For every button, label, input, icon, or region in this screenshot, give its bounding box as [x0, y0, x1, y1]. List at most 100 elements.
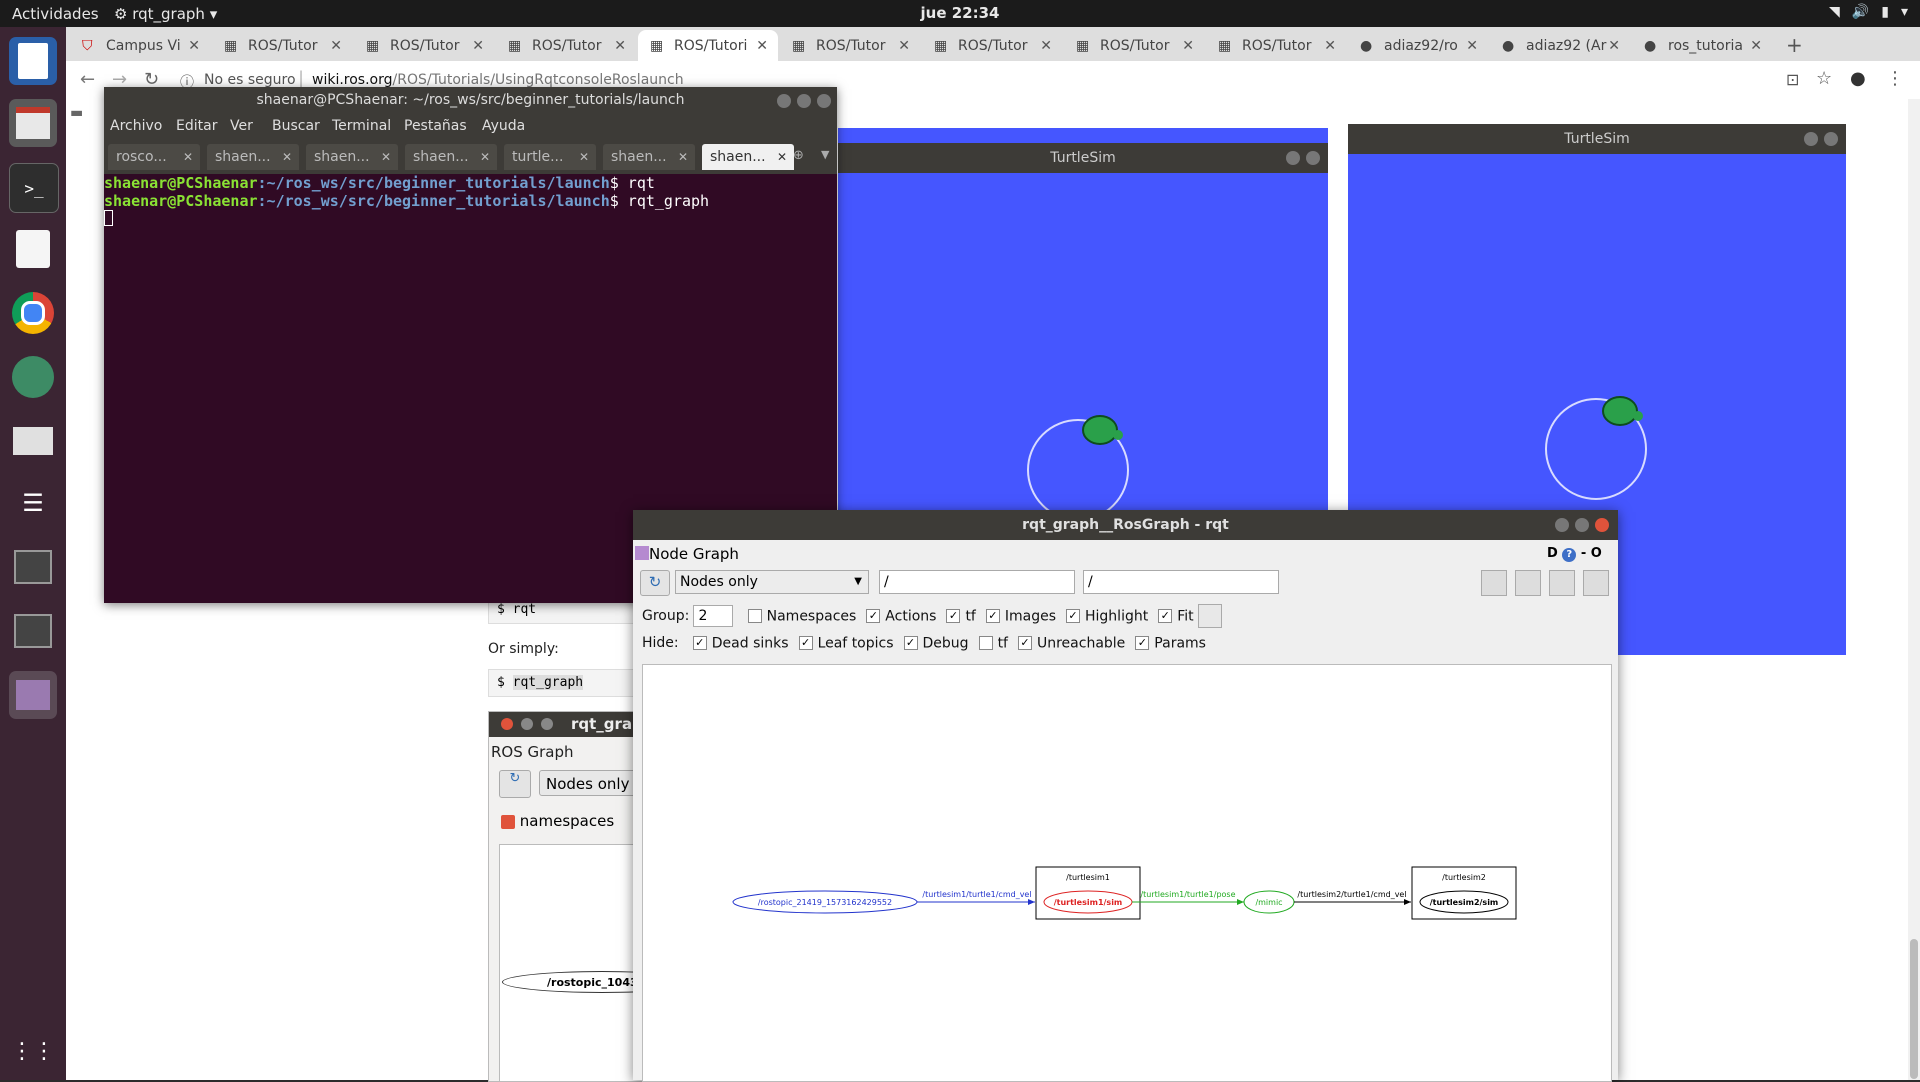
browser-tab[interactable]: ▦ ROS/Tutor ✕	[496, 30, 636, 61]
topic-filter-input[interactable]: /	[1083, 570, 1279, 594]
browser-tab[interactable]: ▦ ROS/Tutor ✕	[780, 30, 920, 61]
save-dot-icon[interactable]	[1515, 570, 1541, 596]
maximize-icon[interactable]	[1575, 518, 1589, 532]
terminal-tab[interactable]: shaen... ✕	[603, 144, 695, 170]
terminal-tab[interactable]: shaen... ✕	[405, 144, 497, 170]
refresh-icon[interactable]: ↻	[640, 570, 670, 596]
mail-icon[interactable]	[9, 417, 57, 465]
browser-tab[interactable]: ▦ ROS/Tutor ✕	[922, 30, 1062, 61]
browser-tab[interactable]: ▦ ROS/Tutor ✕	[212, 30, 352, 61]
browser-tab[interactable]: ▦ ROS/Tutor ✕	[354, 30, 494, 61]
minimize-icon[interactable]	[1555, 518, 1569, 532]
close-icon[interactable]: ✕	[1608, 38, 1620, 54]
option-checkbox[interactable]: ✓ Unreachable	[1017, 635, 1125, 651]
writer-icon[interactable]	[9, 37, 57, 85]
checkbox-box[interactable]: ✓	[1066, 609, 1080, 623]
atom-icon[interactable]	[9, 353, 57, 401]
terminal-tab[interactable]: shaen... ✕	[207, 144, 299, 170]
minimize-icon[interactable]	[1804, 132, 1818, 146]
terminal-tab[interactable]: shaen... ✕	[702, 144, 794, 170]
star-icon[interactable]: ☆	[1816, 68, 1832, 89]
save-image-icon[interactable]	[1583, 570, 1609, 596]
checkbox-box[interactable]: ✓	[1158, 609, 1173, 623]
terminal-tab[interactable]: rosco... ✕	[108, 144, 200, 170]
rqt-icon[interactable]	[9, 671, 57, 719]
files-icon[interactable]	[9, 99, 57, 147]
close-icon[interactable]: ✕	[1750, 38, 1762, 54]
clock[interactable]: jue 22:34	[0, 4, 1920, 22]
menu-item[interactable]: Editar	[176, 118, 217, 134]
option-checkbox[interactable]: ✓ tf	[946, 608, 976, 624]
browser-tab[interactable]: ▦ ROS/Tutor ✕	[1206, 30, 1346, 61]
option-checkbox[interactable]: tf	[978, 635, 1008, 651]
option-checkbox[interactable]: Namespaces	[747, 608, 856, 624]
list-icon[interactable]: ☰	[9, 479, 57, 527]
option-checkbox[interactable]: ✓ Highlight	[1066, 608, 1148, 624]
page-scrollbar[interactable]	[1908, 99, 1920, 1080]
browser-tab[interactable]: ▦ ROS/Tutori ✕	[638, 30, 778, 61]
help-icon[interactable]: ?	[1562, 548, 1577, 562]
graph-canvas[interactable]: /rostopic_21419_1573162429552 /turtlesim…	[642, 664, 1612, 1082]
bookmark-folder-icon[interactable]: ▬	[70, 105, 83, 121]
system-tray[interactable]: ◥ 🔊 ▮ ▾	[1829, 4, 1908, 20]
node-filter-input[interactable]: /	[879, 570, 1075, 594]
url-text[interactable]: wiki.ros.org/ROS/Tutorials/UsingRqtconso…	[312, 72, 684, 88]
checkbox-box[interactable]: ✓	[866, 609, 881, 623]
checkbox-box[interactable]: ✓	[946, 609, 961, 623]
close-icon[interactable]: ✕	[480, 144, 490, 170]
blocked-app-icon[interactable]	[9, 607, 57, 655]
new-tab-icon[interactable]: ⊕	[793, 148, 804, 163]
terminal-tab[interactable]: turtle... ✕	[504, 144, 596, 170]
close-icon[interactable]: ✕	[188, 38, 200, 54]
close-icon[interactable]	[817, 94, 831, 108]
close-icon[interactable]: ✕	[614, 38, 626, 54]
option-checkbox[interactable]: ✓ Leaf topics	[798, 635, 894, 651]
browser-tab[interactable]: ● adiaz92/ro ✕	[1348, 30, 1488, 61]
show-apps-icon[interactable]: ⋮⋮	[9, 1027, 57, 1075]
terminal-icon[interactable]: >_	[9, 163, 59, 213]
group-spinbox[interactable]: 2	[693, 605, 734, 627]
browser-tab[interactable]: ⛉ Campus Vi ✕	[70, 30, 210, 61]
save-svg-icon[interactable]	[1549, 570, 1575, 596]
close-icon[interactable]: ✕	[1040, 38, 1052, 54]
close-icon[interactable]	[1824, 132, 1838, 146]
menu-item[interactable]: Buscar	[272, 118, 320, 134]
checkbox-box[interactable]: ✓	[1135, 636, 1150, 650]
option-checkbox[interactable]: ✓ Params	[1135, 635, 1206, 651]
menu-icon[interactable]: ⋮	[1886, 68, 1904, 89]
blocked-app-icon[interactable]	[9, 543, 57, 591]
chevron-down-icon[interactable]: ▼	[821, 148, 829, 161]
close-icon[interactable]: ✕	[678, 144, 688, 170]
minimize-icon[interactable]	[777, 94, 791, 108]
menu-item[interactable]: Terminal	[332, 118, 391, 134]
chrome-icon[interactable]	[9, 289, 57, 337]
option-checkbox[interactable]: ✓ Fit	[1158, 608, 1194, 624]
close-icon[interactable]: ✕	[579, 144, 589, 170]
menu-item[interactable]: Pestañas	[404, 118, 467, 134]
close-icon[interactable]	[1595, 518, 1609, 532]
checkbox-box[interactable]: ✓	[903, 636, 918, 650]
checkbox-box[interactable]: ✓	[1017, 636, 1032, 650]
menu-item[interactable]: Archivo	[110, 118, 162, 134]
open-folder-icon[interactable]	[1481, 570, 1507, 596]
checkbox-box[interactable]: ✓	[798, 636, 813, 650]
checkbox-box[interactable]	[747, 609, 762, 623]
close-icon[interactable]: ✕	[330, 38, 342, 54]
option-checkbox[interactable]: ✓ Images	[985, 608, 1056, 624]
option-checkbox[interactable]: ✓ Actions	[866, 608, 936, 624]
terminal-tab[interactable]: shaen... ✕	[306, 144, 398, 170]
browser-tab[interactable]: ▦ ROS/Tutor ✕	[1064, 30, 1204, 61]
minimize-icon[interactable]	[1286, 151, 1300, 165]
browser-tab[interactable]: ● adiaz92 (Ar ✕	[1490, 30, 1630, 61]
option-checkbox[interactable]: ✓ Debug	[903, 635, 969, 651]
mode-select[interactable]: Nodes only ▼	[675, 570, 869, 594]
checkbox-box[interactable]	[978, 636, 993, 650]
back-icon[interactable]: ←	[80, 69, 95, 90]
menu-item[interactable]: Ver	[230, 118, 253, 134]
turtlesim-window-1[interactable]: TurtleSim	[838, 143, 1328, 510]
new-tab-button[interactable]: +	[1786, 33, 1803, 57]
close-icon[interactable]: ✕	[381, 144, 391, 170]
close-icon[interactable]: ✕	[183, 144, 193, 170]
profile-icon[interactable]: ●	[1850, 68, 1866, 89]
rqt-window[interactable]: rqt_graph__RosGraph - rqt Node Graph D ?…	[633, 510, 1618, 1082]
